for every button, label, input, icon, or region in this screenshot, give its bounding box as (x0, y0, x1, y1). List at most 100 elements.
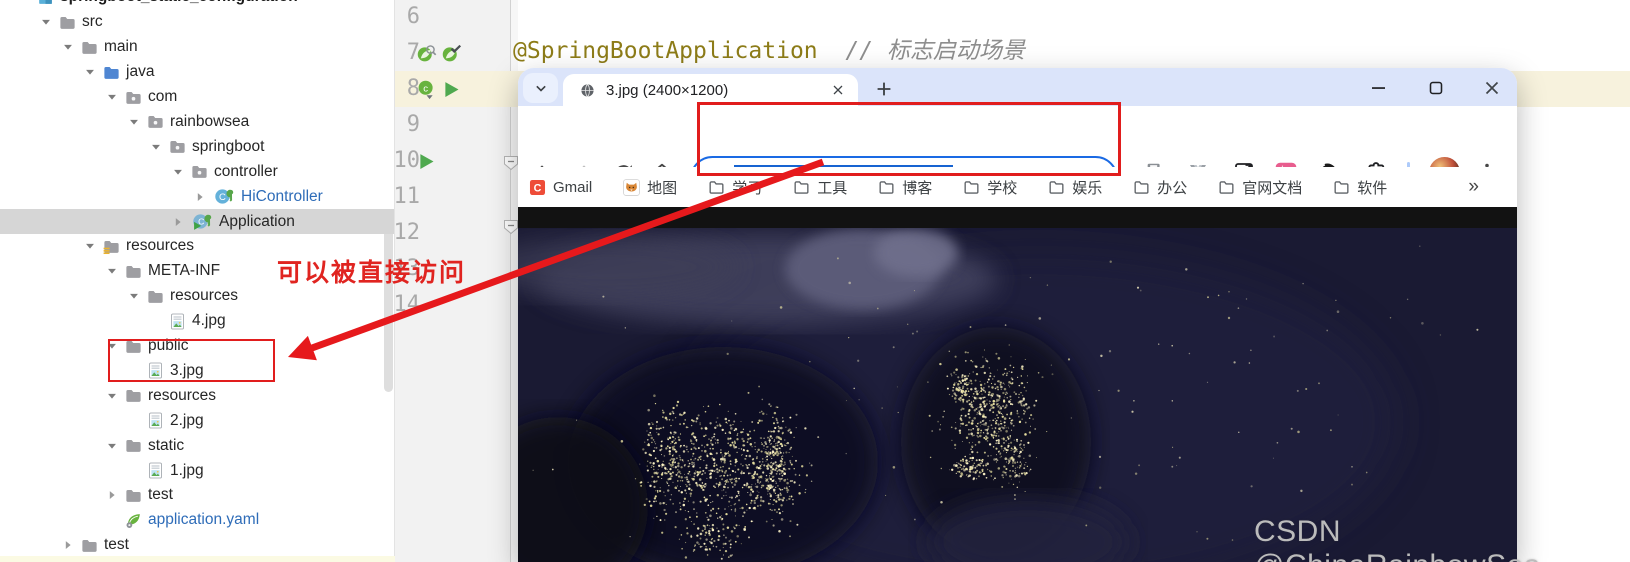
chevron-down-icon (531, 78, 551, 98)
tree-item-test[interactable]: test (0, 533, 394, 558)
spring-search-icon[interactable] (416, 43, 437, 64)
tree-item-test[interactable]: test (0, 483, 394, 508)
chevron-down-icon[interactable] (105, 264, 119, 278)
tree-item-hicontroller[interactable]: C HiController (0, 184, 394, 209)
chevron-down-icon[interactable] (171, 165, 185, 179)
chevron-down-icon[interactable] (105, 389, 119, 403)
tree-item-4-jpg[interactable]: 4.jpg (0, 309, 394, 334)
tree-item-label: test (148, 486, 173, 504)
chevron-down-icon[interactable] (127, 289, 141, 303)
screenshot-root: springboot_static_configurationsrc main ja… (0, 0, 1630, 562)
chevron-down-icon[interactable] (83, 65, 97, 79)
page-content (518, 207, 1517, 562)
tab-title: 3.jpg (2400×1200) (606, 81, 729, 99)
fold-marker-icon[interactable] (503, 219, 519, 235)
run-icon[interactable] (416, 151, 437, 172)
bookmark-folder[interactable]: 娱乐 (1047, 177, 1102, 198)
tree-item-1-jpg[interactable]: 1.jpg (0, 458, 394, 483)
image-icon (146, 411, 165, 430)
tree-item-application[interactable]: C Application (0, 209, 394, 234)
bookmark-folder[interactable]: 博客 (877, 177, 932, 198)
tree-item-springboot-static-configuration[interactable]: springboot_static_configuration (0, 0, 394, 10)
chevron-right-icon[interactable] (61, 538, 75, 552)
chevron-down-icon[interactable] (17, 0, 31, 4)
package-icon (146, 112, 165, 131)
bookmark-folder[interactable]: 办公 (1132, 177, 1187, 198)
folder-icon (792, 178, 811, 197)
spring-bean-icon[interactable]: c (416, 79, 437, 100)
tree-item-label: HiController (241, 187, 323, 205)
tree-item-label: 2.jpg (170, 411, 204, 429)
folder-resources-icon (102, 237, 121, 256)
tree-item-label: 1.jpg (170, 461, 204, 479)
tree-item-java[interactable]: java (0, 60, 394, 85)
folder-icon (877, 178, 896, 197)
new-tab-button[interactable] (870, 75, 898, 103)
bookmark-label: 软件 (1357, 179, 1388, 197)
folder-icon (124, 436, 143, 455)
chevron-right-icon[interactable] (105, 488, 119, 502)
yaml-icon (124, 511, 143, 530)
chevron-right-icon[interactable] (193, 190, 207, 204)
line-number-9: 9 (406, 112, 420, 137)
fold-marker-icon[interactable] (503, 155, 519, 171)
folder-icon (124, 386, 143, 405)
tree-item-rainbowsea[interactable]: rainbowsea (0, 110, 394, 135)
code-spacer (818, 38, 846, 64)
tree-item-springboot[interactable]: springboot (0, 134, 394, 159)
tree-item-controller[interactable]: controller (0, 159, 394, 184)
bookmark-folder[interactable]: 软件 (1332, 177, 1387, 198)
chevron-down-icon[interactable] (61, 40, 75, 54)
maximize-button[interactable] (1425, 77, 1447, 99)
bookmark-label: 博客 (902, 179, 933, 197)
chevron-down-icon[interactable] (39, 15, 53, 29)
bookmark-label: 办公 (1157, 179, 1188, 197)
close-button[interactable] (1481, 77, 1503, 99)
tree-item-src[interactable]: src (0, 10, 394, 35)
tree-item-resources[interactable]: resources (0, 383, 394, 408)
tree-item-main[interactable]: main (0, 35, 394, 60)
minimize-button[interactable] (1367, 76, 1391, 100)
annotation-box-url-bar (697, 102, 1121, 176)
chevron-down-icon[interactable] (105, 439, 119, 453)
folder-icon (1332, 178, 1351, 197)
bookmarks-overflow-button[interactable]: » (1468, 167, 1479, 207)
tree-item-com[interactable]: com (0, 85, 394, 110)
tab-search-button[interactable] (523, 73, 558, 103)
tree-item-label: resources (170, 287, 239, 305)
folder-icon (124, 486, 143, 505)
bookmark-folder[interactable]: 学校 (962, 177, 1017, 198)
chevron-down-icon[interactable] (127, 115, 141, 129)
chevron-placeholder (127, 464, 141, 478)
bookmark-gmail[interactable]: C Gmail (528, 178, 592, 197)
module-icon (36, 0, 55, 7)
folder-java-icon (102, 63, 121, 82)
chevron-down-icon[interactable] (149, 140, 163, 154)
tree-item-label: main (104, 38, 138, 56)
spring-check-icon[interactable] (441, 43, 462, 64)
tree-item-application-yaml[interactable]: application.yaml (0, 508, 394, 533)
bookmark-folder[interactable]: 工具 (792, 177, 847, 198)
tree-item-label: 4.jpg (192, 312, 226, 330)
bookmark-folder[interactable]: 官网文档 (1217, 177, 1302, 198)
folder-icon (124, 262, 143, 281)
folder-icon (80, 38, 99, 57)
chevron-down-icon[interactable] (105, 90, 119, 104)
package-icon (190, 162, 209, 181)
window-controls (1367, 73, 1503, 103)
tree-item-2-jpg[interactable]: 2.jpg (0, 408, 394, 433)
tree-item-label: com (148, 88, 178, 106)
tree-item-label: static (148, 436, 185, 454)
chevron-down-icon[interactable] (83, 239, 97, 253)
earth-night-image (518, 207, 1517, 562)
image-icon (168, 312, 187, 331)
tree-item-label: resources (126, 237, 195, 255)
svg-text:c: c (423, 83, 428, 94)
tree-item-label: rainbowsea (170, 112, 250, 130)
chevron-right-icon[interactable] (171, 215, 185, 229)
tree-item-static[interactable]: static (0, 433, 394, 458)
tab-close-icon[interactable] (830, 82, 846, 98)
run-icon[interactable] (441, 79, 462, 100)
bookmark-地图[interactable]: 地图 (622, 177, 677, 198)
bookmark-folder[interactable]: 学习 (707, 177, 762, 198)
